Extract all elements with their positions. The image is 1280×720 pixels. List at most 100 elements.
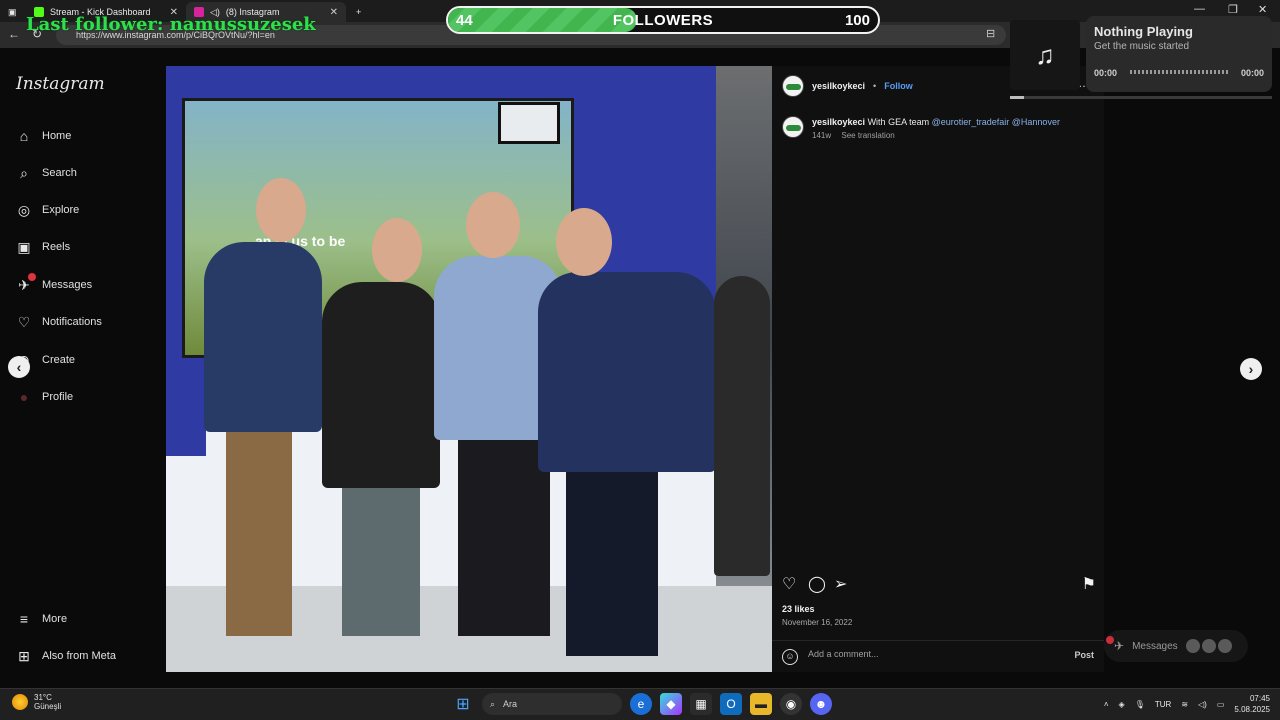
unread-badge bbox=[28, 273, 36, 281]
goal-current: 44 bbox=[456, 12, 473, 29]
back-icon[interactable]: ← bbox=[8, 27, 20, 41]
home-icon: ⌂ bbox=[19, 128, 29, 144]
nav-home[interactable]: ⌂ Home bbox=[16, 128, 72, 144]
comment-row: ☺ Add a comment... Post bbox=[772, 640, 1104, 672]
next-post-button[interactable]: › bbox=[1240, 358, 1262, 380]
caption-username[interactable]: yesilkoykeci bbox=[812, 117, 865, 127]
instagram-logo[interactable]: Instagram bbox=[16, 74, 105, 94]
music-progress-bar bbox=[1010, 96, 1272, 99]
post-details-panel: yesilkoykeci • Follow … yesilkoykeci Wit… bbox=[772, 66, 1104, 672]
person-2-head bbox=[372, 218, 422, 282]
language-indicator[interactable]: TUR bbox=[1155, 700, 1171, 709]
caption-meta: 141w See translation bbox=[812, 131, 1060, 140]
nav-explore[interactable]: ◎ Explore bbox=[16, 202, 79, 218]
goal-title: FOLLOWERS bbox=[612, 12, 714, 29]
music-track bbox=[1130, 70, 1228, 74]
search-icon: ⌕ bbox=[490, 698, 496, 709]
taskbar-search-label: Ara bbox=[503, 699, 518, 709]
weather-widget[interactable]: 31°C Güneşli bbox=[12, 693, 61, 711]
comment-input[interactable]: Add a comment... bbox=[808, 649, 879, 659]
messages-pill[interactable]: ✈ Messages bbox=[1104, 630, 1248, 662]
background-person bbox=[714, 276, 770, 576]
post-comment-button[interactable]: Post bbox=[1074, 650, 1094, 660]
see-translation-link[interactable]: See translation bbox=[841, 131, 894, 140]
share-icon[interactable]: ➢ bbox=[834, 574, 847, 594]
edge-icon[interactable]: e bbox=[630, 693, 652, 715]
weather-temp: 31°C bbox=[34, 693, 52, 702]
nav-more[interactable]: ≡ More bbox=[16, 611, 67, 627]
discord-icon[interactable]: ☻ bbox=[810, 693, 832, 715]
split-screen-icon[interactable]: ⊟ bbox=[986, 27, 995, 40]
outlook-icon[interactable]: O bbox=[720, 693, 742, 715]
nav-label: Notifications bbox=[42, 316, 102, 328]
post-photo[interactable]: an in us to be bbox=[166, 66, 772, 672]
new-tab-button[interactable]: + bbox=[348, 2, 368, 22]
clock[interactable]: 07:45 5.08.2025 bbox=[1234, 693, 1270, 715]
music-title: Nothing Playing bbox=[1094, 24, 1193, 39]
microphone-icon[interactable]: 🎙︎ bbox=[1135, 700, 1145, 709]
volume-icon[interactable]: ◁) bbox=[1198, 700, 1207, 709]
nav-messages[interactable]: ✈ Messages bbox=[16, 273, 93, 293]
nav-profile[interactable]: ● Profile bbox=[16, 389, 73, 405]
author-username[interactable]: yesilkoykeci bbox=[812, 81, 865, 91]
nav-label: Messages bbox=[42, 279, 93, 291]
likes-count[interactable]: 23 likes bbox=[782, 604, 815, 614]
save-bookmark-icon[interactable]: ⚑ bbox=[1082, 574, 1096, 594]
weather-desc: Güneşli bbox=[34, 702, 62, 711]
messages-pill-label: Messages bbox=[1132, 640, 1178, 652]
music-widget: ♫ Nothing Playing Get the music started … bbox=[1010, 14, 1272, 99]
last-follower-alert: Last follower: namussuzesek bbox=[26, 14, 316, 35]
file-explorer-icon[interactable]: ▬ bbox=[750, 693, 772, 715]
nav-label: Explore bbox=[42, 204, 80, 216]
windows-taskbar: 31°C Güneşli ⊞ ⌕ Ara e ◆ ▦ O ▬ ◉ ☻ ˄ ◈ 🎙… bbox=[0, 688, 1280, 720]
messenger-icon: ✈ bbox=[1114, 639, 1125, 653]
messenger-icon: ✈ bbox=[16, 273, 36, 293]
photo-logo-block bbox=[166, 376, 206, 456]
person-4-head bbox=[556, 208, 612, 276]
person-1-jacket bbox=[204, 242, 322, 432]
taskbar-search[interactable]: ⌕ Ara bbox=[482, 693, 622, 715]
nav-reels[interactable]: ▣ Reels bbox=[16, 239, 70, 255]
caption-mentions[interactable]: @eurotier_tradefair @Hannover bbox=[932, 117, 1060, 127]
copilot-icon[interactable]: ◆ bbox=[660, 693, 682, 715]
wifi-icon[interactable]: ≋ bbox=[1181, 700, 1188, 709]
post-date: November 16, 2022 bbox=[782, 618, 853, 627]
system-tray: ˄ ◈ 🎙︎ TUR ≋ ◁) ▭ 07:45 5.08.2025 bbox=[1104, 693, 1270, 715]
music-progress-fill bbox=[1010, 96, 1024, 99]
music-card: Nothing Playing Get the music started 00… bbox=[1086, 16, 1272, 92]
nav-notifications[interactable]: ♡ Notifications bbox=[16, 314, 102, 330]
emoji-icon[interactable]: ☺ bbox=[782, 649, 798, 665]
follower-goal-bar: FOLLOWERS 44 100 bbox=[446, 6, 880, 34]
nav-search[interactable]: ⌕ Search bbox=[16, 165, 77, 181]
comment-icon[interactable]: ◯ bbox=[808, 574, 826, 594]
security-icon[interactable]: ◈ bbox=[1119, 700, 1125, 709]
author-avatar[interactable] bbox=[782, 75, 804, 97]
nav-label: Reels bbox=[42, 241, 71, 253]
close-tab-icon[interactable]: ✕ bbox=[330, 7, 338, 18]
reels-icon: ▣ bbox=[17, 238, 31, 255]
tab-actions-icon[interactable]: ▣ bbox=[0, 2, 24, 22]
previous-post-button[interactable]: ‹ bbox=[8, 356, 30, 378]
follow-button[interactable]: Follow bbox=[884, 81, 913, 91]
battery-icon[interactable]: ▭ bbox=[1217, 700, 1225, 709]
store-icon[interactable]: ▦ bbox=[690, 693, 712, 715]
nav-label: Home bbox=[42, 130, 72, 142]
instagram-page: Instagram ⌂ Home ⌕ Search ◎ Explore ▣ Re… bbox=[0, 48, 1280, 688]
nav-label: Create bbox=[42, 354, 76, 366]
obs-icon[interactable]: ◉ bbox=[780, 693, 802, 715]
clock-time: 07:45 bbox=[1249, 694, 1270, 703]
menu-icon: ≡ bbox=[19, 611, 29, 627]
show-hidden-icons-icon[interactable]: ˄ bbox=[1104, 700, 1109, 709]
heart-icon: ♡ bbox=[17, 313, 31, 330]
nav-label: Also from Meta bbox=[42, 650, 116, 662]
avatar-icon: ● bbox=[19, 389, 29, 405]
windows-start-icon[interactable]: ⊞ bbox=[452, 693, 474, 715]
like-icon[interactable]: ♡ bbox=[782, 574, 796, 594]
photo-monitor bbox=[498, 102, 560, 144]
nav-also-from-meta[interactable]: ⊞ Also from Meta bbox=[16, 648, 116, 664]
post-age: 141w bbox=[812, 131, 832, 140]
sun-icon bbox=[12, 694, 28, 710]
music-subtitle: Get the music started bbox=[1094, 41, 1190, 52]
search-icon: ⌕ bbox=[20, 164, 28, 181]
caption-author-avatar[interactable] bbox=[782, 116, 804, 138]
